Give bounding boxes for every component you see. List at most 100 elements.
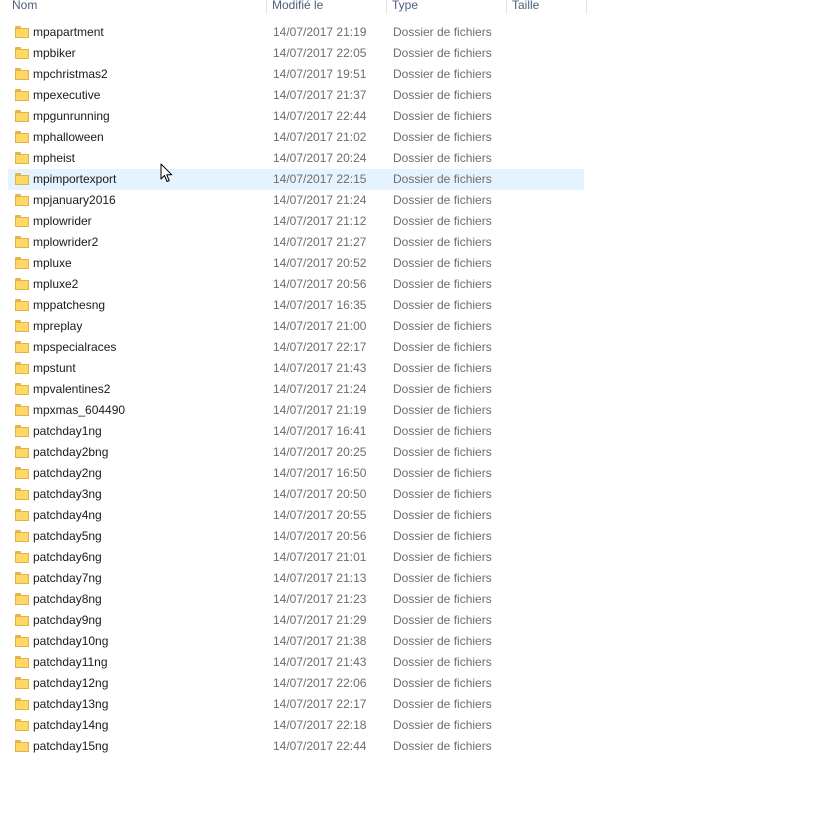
- file-name: mphalloween: [33, 130, 104, 144]
- file-row[interactable]: mpimportexport 14/07/2017 22:15 Dossier de…: [8, 169, 584, 190]
- column-resize-handle-modified[interactable]: [386, 0, 387, 14]
- file-type: Dossier de fichiers: [393, 403, 492, 417]
- file-type: Dossier de fichiers: [393, 529, 492, 543]
- folder-icon: [15, 635, 29, 647]
- file-list: mpapartment 14/07/2017 21:19 Dossier de fi…: [8, 22, 584, 757]
- file-row[interactable]: mpexecutive 14/07/2017 21:37 Dossier de fi…: [8, 85, 584, 106]
- folder-icon: [15, 68, 29, 80]
- file-modified-date: 14/07/2017 20:50: [273, 487, 367, 501]
- file-row[interactable]: mpluxe 14/07/2017 20:52 Dossier de fichier…: [8, 253, 584, 274]
- file-type: Dossier de fichiers: [393, 697, 492, 711]
- file-name: mpjanuary2016: [33, 193, 116, 207]
- file-name: mpheist: [33, 151, 76, 165]
- file-row[interactable]: patchday1ng 14/07/2017 16:41 Dossier de fi…: [8, 421, 584, 442]
- file-modified-date: 14/07/2017 21:43: [273, 361, 367, 375]
- folder-icon: [15, 614, 29, 626]
- file-name: patchday12ng: [33, 676, 109, 690]
- file-row[interactable]: patchday9ng 14/07/2017 21:29 Dossier de fi…: [8, 610, 584, 631]
- folder-icon: [15, 236, 29, 248]
- folder-icon: [15, 152, 29, 164]
- file-name: patchday13ng: [33, 697, 109, 711]
- file-modified-date: 14/07/2017 16:35: [273, 298, 367, 312]
- file-type: Dossier de fichiers: [393, 109, 492, 123]
- file-type: Dossier de fichiers: [393, 67, 492, 81]
- file-row[interactable]: mpstunt 14/07/2017 21:43 Dossier de fichie…: [8, 358, 584, 379]
- file-type: Dossier de fichiers: [393, 592, 492, 606]
- file-modified-date: 14/07/2017 21:02: [273, 130, 367, 144]
- folder-icon: [15, 320, 29, 332]
- file-row[interactable]: patchday5ng 14/07/2017 20:56 Dossier de fi…: [8, 526, 584, 547]
- folder-icon: [15, 551, 29, 563]
- file-name: mpvalentines2: [33, 382, 111, 396]
- folder-icon: [15, 593, 29, 605]
- file-modified-date: 14/07/2017 22:44: [273, 109, 367, 123]
- file-name: mpexecutive: [33, 88, 101, 102]
- folder-icon: [15, 257, 29, 269]
- folder-icon: [15, 698, 29, 710]
- folder-icon: [15, 467, 29, 479]
- file-type: Dossier de fichiers: [393, 424, 492, 438]
- folder-icon: [15, 719, 29, 731]
- file-row[interactable]: mpluxe2 14/07/2017 20:56 Dossier de fichie…: [8, 274, 584, 295]
- file-modified-date: 14/07/2017 21:37: [273, 88, 367, 102]
- file-row[interactable]: patchday4ng 14/07/2017 20:55 Dossier de fi…: [8, 505, 584, 526]
- file-type: Dossier de fichiers: [393, 277, 492, 291]
- file-type: Dossier de fichiers: [393, 508, 492, 522]
- file-row[interactable]: mplowrider2 14/07/2017 21:27 Dossier de fi…: [8, 232, 584, 253]
- file-type: Dossier de fichiers: [393, 718, 492, 732]
- file-row[interactable]: patchday2ng 14/07/2017 16:50 Dossier de fi…: [8, 463, 584, 484]
- file-name: patchday5ng: [33, 529, 102, 543]
- file-row[interactable]: patchday8ng 14/07/2017 21:23 Dossier de fi…: [8, 589, 584, 610]
- file-type: Dossier de fichiers: [393, 319, 492, 333]
- column-header-modified[interactable]: Modifié le: [268, 0, 386, 14]
- folder-icon: [15, 530, 29, 542]
- file-row[interactable]: patchday3ng 14/07/2017 20:50 Dossier de fi…: [8, 484, 584, 505]
- file-row[interactable]: mpspecialraces 14/07/2017 22:17 Dossier de…: [8, 337, 584, 358]
- file-modified-date: 14/07/2017 16:41: [273, 424, 367, 438]
- file-modified-date: 14/07/2017 21:38: [273, 634, 367, 648]
- folder-icon: [15, 572, 29, 584]
- file-type: Dossier de fichiers: [393, 340, 492, 354]
- folder-icon: [15, 740, 29, 752]
- file-row[interactable]: mplowrider 14/07/2017 21:12 Dossier de fic…: [8, 211, 584, 232]
- column-header-type[interactable]: Type: [388, 0, 506, 14]
- file-row[interactable]: patchday7ng 14/07/2017 21:13 Dossier de fi…: [8, 568, 584, 589]
- file-row[interactable]: mpxmas_604490 14/07/2017 21:19 Dossier de …: [8, 400, 584, 421]
- file-row[interactable]: patchday12ng 14/07/2017 22:06 Dossier de f…: [8, 673, 584, 694]
- file-row[interactable]: patchday10ng 14/07/2017 21:38 Dossier de f…: [8, 631, 584, 652]
- mouse-cursor-icon: [160, 163, 173, 182]
- file-row[interactable]: mpgunrunning 14/07/2017 22:44 Dossier de f…: [8, 106, 584, 127]
- column-header-name[interactable]: Nom: [8, 0, 266, 14]
- file-row[interactable]: mpchristmas2 14/07/2017 19:51 Dossier de f…: [8, 64, 584, 85]
- folder-icon: [15, 173, 29, 185]
- file-row[interactable]: mpreplay 14/07/2017 21:00 Dossier de fichi…: [8, 316, 584, 337]
- file-row[interactable]: patchday2bng 14/07/2017 20:25 Dossier de f…: [8, 442, 584, 463]
- file-row[interactable]: patchday11ng 14/07/2017 21:43 Dossier de f…: [8, 652, 584, 673]
- file-row[interactable]: patchday6ng 14/07/2017 21:01 Dossier de fi…: [8, 547, 584, 568]
- column-resize-handle-type[interactable]: [506, 0, 507, 14]
- file-row[interactable]: mpapartment 14/07/2017 21:19 Dossier de fi…: [8, 22, 584, 43]
- file-row[interactable]: mpheist 14/07/2017 20:24 Dossier de fichie…: [8, 148, 584, 169]
- file-row[interactable]: mpbiker 14/07/2017 22:05 Dossier de fichie…: [8, 43, 584, 64]
- folder-icon: [15, 89, 29, 101]
- folder-icon: [15, 656, 29, 668]
- file-modified-date: 14/07/2017 20:24: [273, 151, 367, 165]
- file-row[interactable]: mpjanuary2016 14/07/2017 21:24 Dossier de …: [8, 190, 584, 211]
- column-resize-handle-name[interactable]: [266, 0, 267, 14]
- file-row[interactable]: patchday14ng 14/07/2017 22:18 Dossier de f…: [8, 715, 584, 736]
- file-row[interactable]: mphalloween 14/07/2017 21:02 Dossier de fi…: [8, 127, 584, 148]
- file-name: patchday4ng: [33, 508, 102, 522]
- file-row[interactable]: patchday15ng 14/07/2017 22:44 Dossier de f…: [8, 736, 584, 757]
- column-resize-handle-size[interactable]: [586, 0, 587, 14]
- file-name: patchday1ng: [33, 424, 102, 438]
- file-type: Dossier de fichiers: [393, 613, 492, 627]
- file-modified-date: 14/07/2017 21:12: [273, 214, 367, 228]
- file-modified-date: 14/07/2017 16:50: [273, 466, 367, 480]
- column-header-size[interactable]: Taille: [508, 0, 586, 14]
- file-modified-date: 14/07/2017 20:25: [273, 445, 367, 459]
- file-row[interactable]: mppatchesng 14/07/2017 16:35 Dossier de fi…: [8, 295, 584, 316]
- file-row[interactable]: patchday13ng 14/07/2017 22:17 Dossier de f…: [8, 694, 584, 715]
- file-row[interactable]: mpvalentines2 14/07/2017 21:24 Dossier de …: [8, 379, 584, 400]
- file-modified-date: 14/07/2017 22:06: [273, 676, 367, 690]
- file-modified-date: 14/07/2017 22:18: [273, 718, 367, 732]
